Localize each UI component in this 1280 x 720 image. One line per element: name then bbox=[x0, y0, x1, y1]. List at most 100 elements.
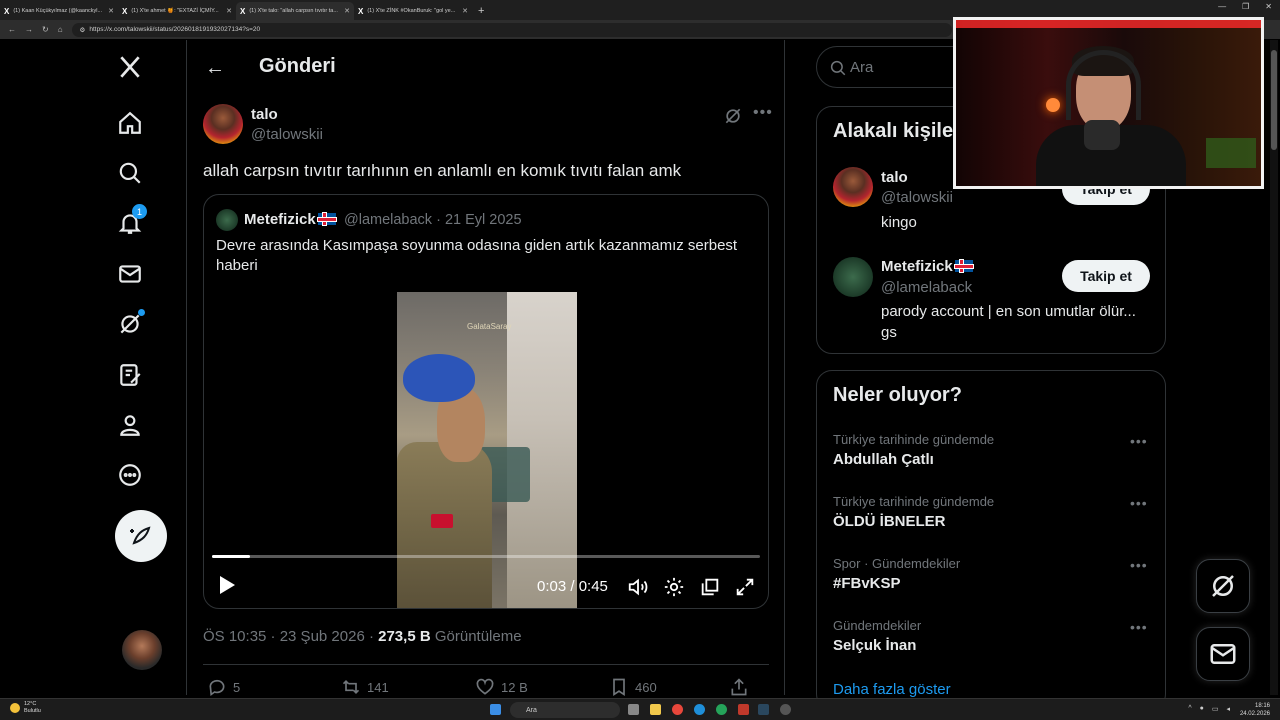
nav-grok[interactable] bbox=[115, 309, 145, 339]
media-app-icon[interactable] bbox=[738, 704, 749, 715]
author-avatar[interactable] bbox=[203, 104, 243, 144]
taskbar-clock[interactable]: 18:16 24.02.2026 bbox=[1240, 702, 1270, 718]
trend-name[interactable]: ÖLDÜ İBNELER bbox=[833, 513, 946, 530]
video-player[interactable]: GalataSaray bbox=[397, 292, 577, 608]
follow-button[interactable]: Takip et bbox=[1062, 260, 1150, 292]
x-logo-link[interactable] bbox=[115, 52, 145, 82]
account-avatar[interactable] bbox=[122, 630, 162, 670]
share-button[interactable] bbox=[729, 677, 749, 697]
close-icon[interactable]: ✕ bbox=[226, 7, 232, 15]
new-tab-button[interactable]: + bbox=[478, 2, 484, 20]
edge-icon[interactable] bbox=[694, 704, 705, 715]
microphone-icon bbox=[1084, 120, 1120, 150]
trend-name[interactable]: Abdullah Çatlı bbox=[833, 451, 934, 468]
related-user-name[interactable]: Metefizick bbox=[881, 258, 973, 275]
nav-explore[interactable] bbox=[115, 158, 145, 188]
author-handle[interactable]: @talowskii bbox=[251, 126, 323, 143]
repost-button[interactable]: 141 bbox=[341, 677, 389, 697]
fullscreen-button[interactable] bbox=[734, 576, 756, 598]
forward-nav-icon[interactable]: → bbox=[25, 25, 33, 34]
browser-icon[interactable] bbox=[672, 704, 683, 715]
nav-more[interactable] bbox=[115, 460, 145, 490]
task-view-icon[interactable] bbox=[628, 704, 639, 715]
settings-app-icon[interactable] bbox=[780, 704, 791, 715]
nav-profile[interactable] bbox=[115, 410, 145, 440]
page-scrollbar[interactable] bbox=[1270, 40, 1278, 695]
related-user-bio: kingo bbox=[881, 214, 917, 231]
trend-context: Türkiye tarihinde gündemde bbox=[833, 432, 995, 447]
window-controls: — ❐ ✕ bbox=[1218, 2, 1272, 11]
trend-name[interactable]: #FBvKSP bbox=[833, 575, 901, 592]
related-user-avatar[interactable] bbox=[833, 257, 873, 297]
post-actions: 5 141 12 B 460 bbox=[207, 677, 767, 699]
back-button[interactable]: ← bbox=[205, 57, 225, 80]
settings-button[interactable] bbox=[663, 576, 685, 598]
whatsapp-icon[interactable] bbox=[716, 704, 727, 715]
close-icon[interactable]: ✕ bbox=[344, 7, 350, 15]
related-user-handle[interactable]: @lamelaback bbox=[881, 279, 972, 296]
nav-notifications[interactable]: 1 bbox=[115, 204, 147, 238]
back-nav-icon[interactable]: ← bbox=[8, 25, 16, 34]
close-icon[interactable]: ✕ bbox=[108, 7, 114, 15]
reply-button[interactable]: 5 bbox=[207, 677, 240, 697]
quoted-post[interactable]: Metefizick @lamelaback · 21 Eyl 2025 Dev… bbox=[203, 194, 769, 609]
chevron-up-icon[interactable]: ^ bbox=[1188, 705, 1191, 713]
related-user-handle[interactable]: @talowskii bbox=[881, 189, 953, 206]
home-icon[interactable]: ⌂ bbox=[58, 25, 63, 34]
taskbar-search[interactable]: Ara bbox=[510, 702, 620, 718]
more-options-icon[interactable]: ••• bbox=[753, 104, 773, 122]
post-views-count: 273,5 B bbox=[378, 628, 431, 645]
compose-post-button[interactable] bbox=[115, 510, 167, 562]
nav-lists[interactable] bbox=[115, 360, 145, 390]
system-tray: ^ ● ▭ ◂ bbox=[1188, 705, 1230, 713]
bookmark-button[interactable]: 460 bbox=[609, 677, 657, 697]
quoted-author-name[interactable]: Metefizick bbox=[244, 211, 336, 228]
related-user-avatar[interactable] bbox=[833, 167, 873, 207]
like-button[interactable]: 12 B bbox=[475, 677, 528, 697]
video-progress-bar[interactable] bbox=[212, 555, 760, 558]
volume-tray-icon[interactable]: ◂ bbox=[1226, 705, 1230, 713]
minimize-icon[interactable]: — bbox=[1218, 2, 1226, 11]
x-logo-icon: X bbox=[122, 6, 128, 16]
weather-widget[interactable]: 12°C Bulutlu bbox=[10, 701, 41, 715]
nav-messages[interactable] bbox=[115, 259, 145, 289]
quoted-author-avatar[interactable] bbox=[216, 209, 238, 231]
related-user-name[interactable]: talo bbox=[881, 169, 908, 186]
browser-tab[interactable]: X (1) X'te ahmet 🍯: "EXTAZİ İÇMİY... ✕ bbox=[118, 2, 236, 20]
more-options-icon[interactable]: ••• bbox=[1130, 619, 1148, 635]
browser-tab[interactable]: X (1) Kaan Küçükyılmaz (@kaanckyl... ✕ bbox=[0, 2, 118, 20]
more-options-icon[interactable]: ••• bbox=[1130, 433, 1148, 449]
file-explorer-icon[interactable] bbox=[650, 704, 661, 715]
nav-home[interactable] bbox=[115, 108, 145, 138]
show-more-link[interactable]: Daha fazla göster bbox=[833, 681, 951, 698]
more-options-icon[interactable]: ••• bbox=[1130, 495, 1148, 511]
expand-icon bbox=[736, 578, 754, 596]
microphone-tray-icon[interactable]: ● bbox=[1200, 705, 1204, 713]
network-icon[interactable]: ▭ bbox=[1212, 705, 1219, 713]
browser-tab-active[interactable]: X (1) X'te talo: "allah carpsın tıvıtır t… bbox=[236, 2, 354, 20]
volume-button[interactable] bbox=[627, 576, 649, 598]
author-name[interactable]: talo bbox=[251, 106, 278, 123]
browser-tab[interactable]: X (1) X'te ZİNK #OkanBuruk: "gol ye... ✕ bbox=[354, 2, 472, 20]
scrollbar-thumb[interactable] bbox=[1271, 50, 1277, 150]
url-field[interactable]: ⚙ https://x.com/talowskii/status/2026018… bbox=[71, 22, 952, 37]
trend-name[interactable]: Selçuk İnan bbox=[833, 637, 916, 654]
bookmark-icon bbox=[613, 678, 625, 697]
messages-floating-button[interactable] bbox=[1196, 627, 1250, 681]
grok-floating-button[interactable] bbox=[1196, 559, 1250, 613]
video-progress-fill bbox=[212, 555, 251, 558]
maximize-icon[interactable]: ❐ bbox=[1242, 2, 1249, 11]
post-timestamp[interactable]: ÖS 10:35 · 23 Şub 2026 · bbox=[203, 628, 374, 645]
grok-icon[interactable] bbox=[723, 106, 743, 126]
search-icon bbox=[830, 60, 846, 76]
iceland-flag-icon bbox=[954, 260, 973, 272]
pip-button[interactable] bbox=[699, 576, 721, 598]
play-icon[interactable] bbox=[218, 575, 236, 595]
close-icon[interactable]: ✕ bbox=[462, 7, 468, 15]
windows-start-icon[interactable] bbox=[490, 704, 501, 715]
more-options-icon[interactable]: ••• bbox=[1130, 557, 1148, 573]
site-info-icon[interactable]: ⚙ bbox=[80, 26, 86, 34]
reload-icon[interactable]: ↻ bbox=[42, 25, 49, 34]
steam-icon[interactable] bbox=[758, 704, 769, 715]
close-window-icon[interactable]: ✕ bbox=[1265, 2, 1272, 11]
